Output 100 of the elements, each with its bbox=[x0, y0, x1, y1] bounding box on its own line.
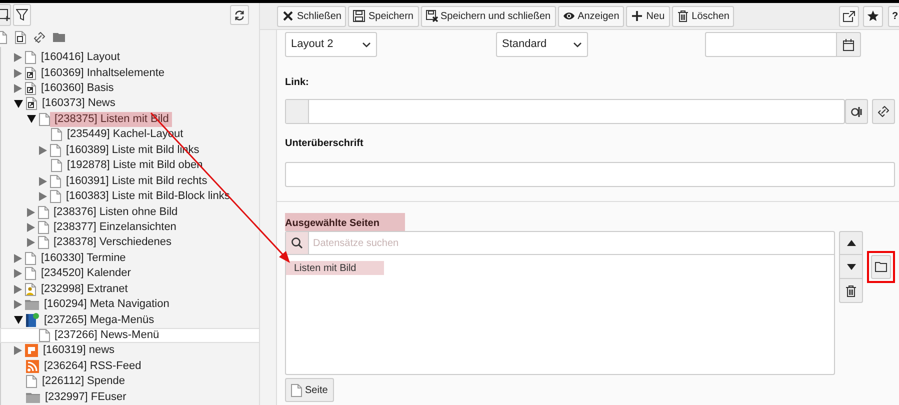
tree-row[interactable]: [160391] Liste mit Bild rechts bbox=[1, 173, 259, 189]
tree-row[interactable]: [238378] Verschiedenes bbox=[1, 235, 259, 251]
tree-label: [238376] Listen ohne Bild bbox=[52, 204, 179, 220]
style-select[interactable]: Standard bbox=[496, 32, 588, 57]
tree-row[interactable]: [238377] Einzelansichten bbox=[1, 220, 259, 236]
tree-row[interactable]: [160369] Inhaltselemente bbox=[1, 65, 259, 81]
tree-row[interactable]: [160373] News bbox=[1, 96, 259, 112]
browse-pages-button[interactable] bbox=[871, 255, 891, 279]
bookmark-button[interactable] bbox=[863, 6, 883, 26]
tree-row[interactable]: [160294] Meta Navigation bbox=[1, 296, 259, 312]
field-label: Unterüberschrift bbox=[285, 137, 364, 151]
tree-row[interactable]: [237265] Mega-Menüs bbox=[1, 312, 259, 328]
tree-label: [160383] Liste mit Bild-Block links bbox=[65, 189, 231, 204]
list-item[interactable]: Listen mit Bild bbox=[286, 261, 384, 275]
folder-icon bbox=[875, 262, 887, 272]
search-icon bbox=[291, 237, 303, 249]
select-value: Standard bbox=[502, 37, 547, 52]
page-icon bbox=[25, 267, 36, 280]
select-value: Layout 2 bbox=[291, 37, 334, 52]
shortcut-page-icon bbox=[25, 66, 36, 80]
tree-row[interactable]: [237266] News-Menü bbox=[0, 328, 260, 344]
tree-row[interactable]: [232998] Extranet bbox=[1, 282, 259, 297]
expanded-toggle-icon[interactable] bbox=[14, 316, 23, 324]
link-browser-button[interactable] bbox=[845, 99, 868, 124]
link-button[interactable] bbox=[872, 99, 895, 124]
collapsed-toggle-icon[interactable] bbox=[39, 176, 47, 186]
page-icon bbox=[38, 206, 48, 219]
tree-label: [238378] Verschiedenes bbox=[52, 235, 173, 250]
collapsed-toggle-icon[interactable] bbox=[39, 192, 47, 202]
tree-row[interactable]: [160319] news bbox=[1, 343, 259, 359]
collapsed-toggle-icon[interactable] bbox=[14, 269, 22, 278]
move-up-button[interactable] bbox=[839, 231, 863, 255]
news-folder-icon bbox=[25, 344, 38, 358]
tree-row[interactable]: [160330] Termine bbox=[1, 250, 259, 266]
person-page-icon bbox=[25, 282, 36, 296]
tree-row[interactable]: [160360] Basis bbox=[1, 80, 259, 96]
tree-row[interactable]: [234520] Kalender bbox=[1, 266, 259, 282]
remove-button[interactable] bbox=[839, 279, 863, 303]
collapsed-toggle-icon[interactable] bbox=[14, 284, 22, 294]
triangle-up-icon bbox=[846, 240, 856, 246]
tree-label: [160330] Termine bbox=[40, 250, 127, 266]
date-field[interactable] bbox=[705, 32, 837, 57]
tree-label: [238377] Einzelansichten bbox=[52, 220, 178, 235]
page-icon bbox=[51, 128, 62, 142]
open-new-window-button[interactable] bbox=[839, 6, 859, 26]
toolbar-button[interactable]: Löschen bbox=[672, 6, 734, 26]
toolbar-button[interactable]: Schließen bbox=[277, 6, 346, 26]
tree-row[interactable]: [238376] Listen ohne Bild bbox=[1, 204, 259, 220]
page-icon bbox=[38, 329, 50, 342]
tree-label: [236264] RSS-Feed bbox=[43, 358, 142, 374]
tree-label: [232997] FEuser bbox=[44, 390, 128, 405]
collapsed-toggle-icon[interactable] bbox=[14, 53, 22, 62]
collapsed-toggle-icon[interactable] bbox=[39, 146, 47, 155]
page-icon bbox=[38, 236, 48, 250]
page-icon bbox=[50, 190, 61, 204]
toolbar-button[interactable]: Speichern und schließen bbox=[420, 6, 556, 26]
collapsed-toggle-icon[interactable] bbox=[26, 208, 34, 217]
expanded-toggle-icon[interactable] bbox=[26, 115, 36, 124]
toolbar-button[interactable]: Speichern bbox=[348, 6, 418, 26]
expanded-toggle-icon[interactable] bbox=[14, 100, 23, 108]
filter-button[interactable] bbox=[13, 4, 31, 26]
move-down-button[interactable] bbox=[839, 255, 863, 279]
folder-type-icon[interactable] bbox=[53, 32, 65, 42]
tree-row[interactable]: [226112] Spende bbox=[1, 374, 259, 390]
filter-icon bbox=[16, 9, 28, 22]
page-icon bbox=[291, 384, 302, 396]
refresh-button[interactable] bbox=[230, 5, 249, 26]
shortcut-page-icon bbox=[26, 97, 37, 110]
tree-label: [160373] News bbox=[41, 96, 116, 112]
tree-label: [160360] Basis bbox=[40, 81, 115, 96]
new-page-icon bbox=[0, 9, 10, 22]
trash-icon bbox=[676, 10, 689, 22]
help-button[interactable]: ? bbox=[888, 6, 899, 26]
layout-select[interactable]: Layout 2 bbox=[285, 32, 377, 57]
tree-label: [237265] Mega-Menüs bbox=[43, 312, 156, 328]
close-icon bbox=[282, 10, 294, 22]
collapsed-toggle-icon[interactable] bbox=[26, 238, 34, 248]
tree-row[interactable]: [232997] FEuser bbox=[1, 390, 259, 405]
collapsed-toggle-icon[interactable] bbox=[14, 300, 22, 310]
collapsed-toggle-icon[interactable] bbox=[14, 346, 22, 356]
link-icon[interactable] bbox=[34, 32, 45, 43]
tree-row[interactable]: [236264] RSS-Feed bbox=[1, 358, 259, 374]
tree-label: [226112] Spende bbox=[41, 374, 126, 390]
refresh-icon bbox=[234, 10, 245, 21]
page-icon bbox=[25, 51, 36, 64]
link-field[interactable] bbox=[285, 99, 845, 124]
tree-row[interactable]: [160416] Layout bbox=[1, 50, 259, 66]
tree-row[interactable]: [160383] Liste mit Bild-Block links bbox=[1, 188, 259, 204]
collapsed-toggle-icon[interactable] bbox=[26, 222, 34, 232]
page-icon bbox=[51, 159, 62, 172]
eye-icon bbox=[562, 10, 575, 22]
subtitle-field[interactable] bbox=[285, 162, 895, 187]
collapsed-toggle-icon[interactable] bbox=[14, 68, 22, 78]
new-page-button[interactable] bbox=[0, 4, 11, 26]
toolbar-button[interactable]: Neu bbox=[626, 6, 670, 26]
calendar-button[interactable] bbox=[837, 32, 861, 57]
add-page-button[interactable]: Seite bbox=[285, 378, 334, 402]
toolbar-button[interactable]: Anzeigen bbox=[558, 6, 624, 26]
collapsed-toggle-icon[interactable] bbox=[14, 254, 22, 263]
collapsed-toggle-icon[interactable] bbox=[14, 84, 22, 94]
